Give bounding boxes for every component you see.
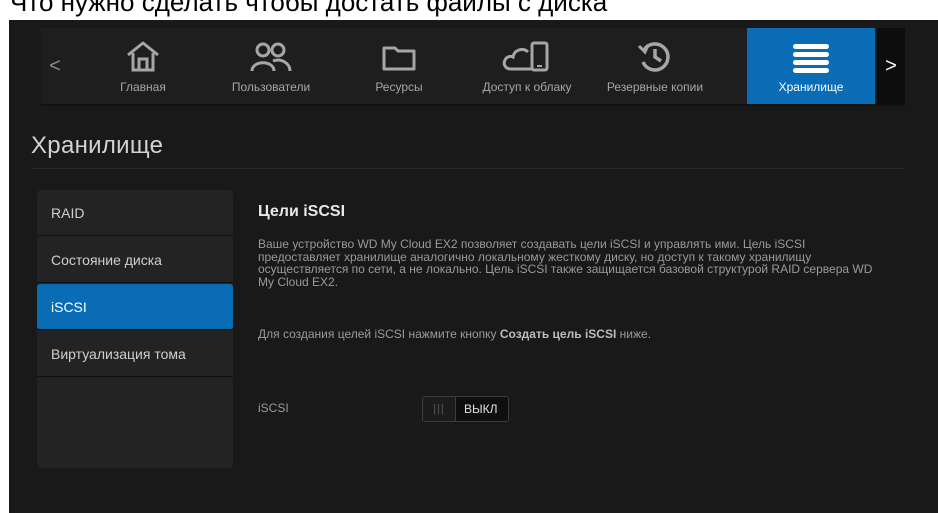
nav-item-label: Доступ к облаку (482, 80, 572, 94)
toggle-state-text: ВЫКЛ (456, 397, 508, 421)
nav-item-label: Пользователи (231, 80, 311, 94)
iscsi-toggle[interactable]: ||| ВЫКЛ (422, 396, 509, 422)
nav-item-label: Хранилище (778, 80, 844, 94)
sidebar-item-volume-virtualization[interactable]: Виртуализация тома (37, 331, 233, 377)
nav-item-storage[interactable]: Хранилище (747, 28, 875, 104)
hint-prefix: Для создания целей iSCSI нажмите кнопку (258, 327, 500, 341)
nav-item-cloud-access[interactable]: Доступ к облаку (463, 28, 591, 104)
nav-prev-arrow[interactable]: < (41, 28, 69, 104)
nav-item-shares[interactable]: Ресурсы (335, 28, 463, 104)
folder-icon (382, 46, 416, 71)
nav-next-arrow[interactable]: > (877, 28, 905, 104)
nav-item-users[interactable]: Пользователи (207, 28, 335, 104)
nav-item-home[interactable]: Главная (79, 28, 207, 104)
hint-suffix: ниже. (616, 327, 651, 341)
cropped-caption-text: Что нужно сделать чтобы достать файлы с … (10, 0, 608, 17)
sidebar-item-iscsi[interactable]: iSCSI (37, 284, 233, 330)
nav-item-label: Главная (120, 80, 166, 94)
sidebar: RAID Состояние диска iSCSI Виртуализация… (37, 190, 233, 468)
section-hint: Для создания целей iSCSI нажмите кнопку … (258, 327, 651, 341)
sidebar-item-raid[interactable]: RAID (37, 190, 233, 236)
section-title: Цели iSCSI (258, 203, 346, 220)
iscsi-toggle-label: iSCSI (258, 401, 289, 415)
app-window: < Главная Пользователи Ресурсы Доступ к … (9, 20, 938, 513)
title-divider (31, 168, 904, 169)
page-title: Хранилище (31, 132, 164, 159)
users-icon (250, 42, 292, 72)
hint-button-name: Создать цель iSCSI (499, 327, 617, 341)
home-icon (127, 41, 159, 72)
nav-item-backups[interactable]: Резервные копии (591, 28, 719, 104)
cloud-device-icon (502, 41, 549, 72)
nav-item-label: Ресурсы (375, 80, 423, 94)
top-navigation: < Главная Пользователи Ресурсы Доступ к … (41, 28, 905, 106)
toggle-grip-icon: ||| (423, 397, 456, 421)
cropped-caption: Что нужно сделать чтобы достать файлы с … (0, 0, 938, 22)
storage-icon (793, 44, 829, 73)
nav-item-label: Резервные копии (606, 80, 704, 94)
backup-history-icon (637, 42, 670, 72)
sidebar-item-disk-status[interactable]: Состояние диска (37, 237, 233, 283)
section-description: Ваше устройство WD My Cloud EX2 позволяе… (258, 237, 873, 289)
